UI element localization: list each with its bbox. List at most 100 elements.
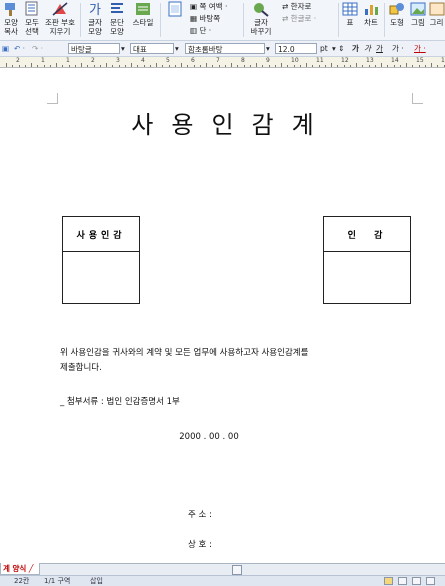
ribbon-divider: [338, 3, 339, 37]
save-icon[interactable]: ▣: [2, 43, 9, 54]
language-select[interactable]: 대표: [130, 43, 174, 54]
document-tab[interactable]: 계 양식 ╱: [0, 563, 41, 575]
ruler-tick: [368, 65, 370, 67]
ruler-number: 4: [141, 57, 145, 64]
hangul-label: 한글로 ·: [290, 14, 317, 23]
background-label: 바탕쪽: [199, 14, 221, 23]
shape-label: 도형: [390, 18, 404, 27]
ruler-tick: [137, 65, 139, 67]
strike-label: 가: [392, 44, 399, 53]
format-copy-label: 모양 복사: [4, 18, 18, 36]
para-shape-label: 문단 모양: [110, 18, 124, 36]
table-button[interactable]: 표: [340, 0, 360, 40]
column-menu[interactable]: ▥ 단 ·: [190, 26, 211, 36]
language-select-value: 대표: [133, 45, 147, 54]
scroll-left-button[interactable]: [232, 565, 242, 575]
ruler-tick: [24, 65, 26, 67]
ruler-tick: [49, 65, 51, 67]
char-shape-button[interactable]: 가 글자 모양: [84, 0, 106, 40]
draw-label: 그리: [429, 18, 444, 27]
undo-icon[interactable]: ↶ ·: [14, 43, 25, 54]
font-select[interactable]: 함초롬바탕: [185, 43, 265, 54]
ruler-number: 2: [16, 57, 20, 64]
side-margin-label: 쪽 여백 ·: [199, 2, 228, 11]
ruler-number: 14: [391, 57, 399, 64]
ruler-tick: [418, 65, 420, 67]
draw-button[interactable]: 그리: [428, 0, 445, 40]
fullscreen-view-button[interactable]: [426, 577, 435, 585]
hangul-button[interactable]: ⇄ 한글로 ·: [282, 14, 316, 24]
table-icon: [342, 2, 358, 16]
chevron-down-icon[interactable]: ▾: [121, 43, 125, 54]
ruler-tick: [212, 65, 214, 67]
page-view-button[interactable]: [398, 577, 407, 585]
style-button[interactable]: 스타일: [128, 0, 158, 40]
ruler-tick: [324, 65, 326, 67]
background-menu[interactable]: ▦ 바탕쪽: [190, 14, 220, 24]
side-margin-menu[interactable]: ▣ 쪽 여백 ·: [190, 2, 227, 12]
statement-line-2: 제출합니다.: [60, 363, 102, 373]
shape-button[interactable]: 도형: [386, 0, 408, 40]
select-all-icon: [25, 1, 38, 16]
page-layout-button[interactable]: [163, 0, 187, 40]
char-shape-label: 글자 모양: [88, 18, 102, 36]
ribbon-divider: [243, 3, 244, 37]
picture-button[interactable]: 그림: [408, 0, 428, 40]
ruler-tick: [56, 63, 57, 67]
ruler-tick: [287, 65, 289, 67]
redo-icon[interactable]: ↷ ·: [32, 43, 43, 54]
italic-button[interactable]: 가: [364, 43, 371, 54]
ruler-tick: [274, 65, 276, 67]
ruler-tick: [393, 65, 395, 67]
normal-view-button[interactable]: [384, 577, 393, 585]
underline-button[interactable]: 가: [376, 43, 383, 54]
page-corner-mark: [47, 93, 58, 104]
char-replace-button[interactable]: 글자 바꾸기: [246, 0, 276, 40]
clear-format-icon: [52, 2, 68, 16]
ruler-tick: [31, 63, 32, 67]
chevron-down-icon[interactable]: ▾: [266, 43, 270, 54]
ruler-tick: [424, 65, 426, 67]
font-size-input[interactable]: 12.0: [275, 43, 317, 54]
strike-button[interactable]: 가 ·: [392, 43, 404, 54]
ruler-tick: [87, 65, 89, 67]
para-shape-button[interactable]: 문단 모양: [106, 0, 128, 40]
ruler-tick: [356, 63, 357, 67]
font-color-label: 가: [414, 44, 421, 53]
select-all-label: 모두 선택: [25, 18, 39, 36]
style-select[interactable]: 바탕글: [68, 43, 120, 54]
para-shape-icon: [111, 3, 123, 13]
ruler-tick: [318, 65, 320, 67]
hanja-button[interactable]: ⇄ 한자로: [282, 2, 311, 12]
official-seal-box[interactable]: 인 감: [323, 216, 411, 304]
column-label: 단 ·: [199, 26, 212, 35]
char-shape-icon: 가: [89, 3, 101, 17]
ruler-tick: [62, 65, 64, 67]
chart-button[interactable]: 차트: [360, 0, 382, 40]
ruler-number: 1: [41, 57, 45, 64]
font-size-unit: pt: [320, 44, 328, 53]
spin-icon[interactable]: ▾ ⇕: [332, 43, 344, 54]
ruler-tick: [74, 65, 76, 67]
ruler-tick: [331, 63, 332, 67]
format-copy-button[interactable]: 모양 복사: [0, 0, 22, 40]
horizontal-ruler[interactable]: 2112345678910111213141516: [0, 57, 445, 68]
user-seal-box[interactable]: 사용인감: [62, 216, 140, 304]
ruler-tick: [168, 65, 170, 67]
bold-button[interactable]: 가: [352, 43, 359, 54]
ribbon-divider: [384, 3, 385, 37]
web-view-button[interactable]: [412, 577, 421, 585]
chevron-down-icon[interactable]: ▾: [175, 43, 179, 54]
clear-format-button[interactable]: 조판 부호 지우기: [42, 0, 78, 40]
statement-line-1: 위 사용인감을 귀사와의 계약 및 모든 업무에 사용하고자 사용인감계를: [60, 348, 309, 358]
document-page[interactable]: 사용인감계 사용인감 인 감 위 사용인감을 귀사와의 계약 및 모든 업무에 …: [0, 68, 445, 563]
ruler-number: 11: [316, 57, 324, 64]
char-replace-icon: [254, 3, 269, 17]
ruler-tick: [262, 65, 264, 67]
font-color-button[interactable]: 가 ·: [414, 43, 426, 54]
hanja-label: 한자로: [290, 2, 312, 11]
ruler-tick: [306, 63, 307, 67]
select-all-button[interactable]: 모두 선택: [22, 0, 42, 40]
ruler-tick: [281, 63, 282, 67]
ruler-tick: [374, 65, 376, 67]
